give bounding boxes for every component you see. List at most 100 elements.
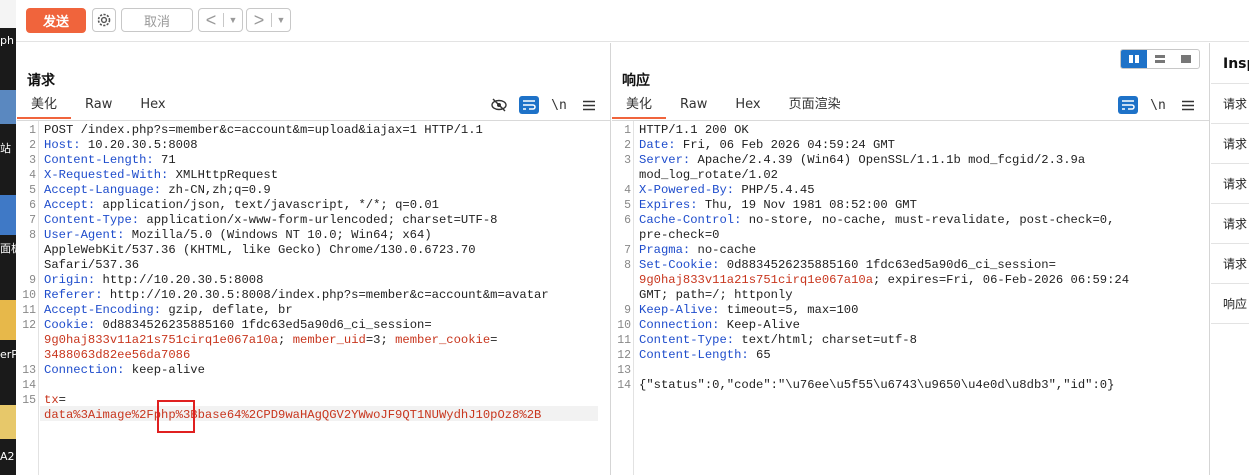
header-name: Cookie: <box>44 318 96 332</box>
desktop-label: A2 <box>0 450 15 463</box>
code-text: http://10.20.30.5:8008/index.php?s=membe… <box>102 288 549 302</box>
code-line: Accept: application/json, text/javascrip… <box>44 198 439 213</box>
back-dropdown-icon[interactable]: ▼ <box>224 15 242 25</box>
request-tab-hex[interactable]: Hex <box>126 95 179 119</box>
code-line: Set-Cookie: 0d8834526235885160 1fdc63ed5… <box>639 258 1056 273</box>
send-button[interactable]: 发送 <box>26 8 86 33</box>
code-text: http://10.20.30.5:8008 <box>95 273 264 287</box>
inspector-panel: Inspector 请求 请求 请求 请求 请求 响应 <box>1211 43 1249 475</box>
request-title: 请求 <box>27 73 55 89</box>
request-editor[interactable]: 1 2 3 4 5 6 7 8 9 10 11 12 13 14 15 POST /index.php?s=… <box>17 120 610 475</box>
line-number: 7 <box>624 244 631 257</box>
back-arrow-icon[interactable]: < <box>199 9 223 31</box>
line-number: 4 <box>29 169 36 182</box>
code-line: Accept-Language: zh-CN,zh;q=0.9 <box>44 183 271 198</box>
forward-arrow-icon[interactable]: > <box>247 9 271 31</box>
header-name: Connection: <box>44 363 125 377</box>
code-line: 9g0haj833v11a21s751cirq1e067a10a; expire… <box>639 273 1129 288</box>
newline-icon[interactable]: \n <box>1148 96 1168 114</box>
code-text: XMLHttpRequest <box>168 168 279 182</box>
code-text: application/x-www-form-urlencoded; chars… <box>139 213 498 227</box>
menu-icon[interactable] <box>579 96 599 114</box>
header-name: Content-Length: <box>639 348 749 362</box>
cancel-button[interactable]: 取消 <box>121 8 193 32</box>
header-name: Host: <box>44 138 81 152</box>
code-text: Fri, 06 Feb 2026 04:59:24 GMT <box>675 138 895 152</box>
response-editor-tools: \n <box>1118 95 1198 115</box>
hide-eye-icon[interactable] <box>489 96 509 114</box>
code-text: no-cache <box>690 243 757 257</box>
line-gutter: 1 2 3 4 5 6 7 8 9 10 11 12 13 14 15 <box>17 121 39 475</box>
code-text: = <box>490 333 498 347</box>
split-rows-icon[interactable] <box>1147 50 1173 68</box>
response-tab-pretty[interactable]: 美化 <box>612 95 667 119</box>
line-number: 8 <box>29 229 36 242</box>
line-number: 14 <box>22 379 36 392</box>
code-line: Content-Length: 71 <box>44 153 176 168</box>
header-name: Content-Type: <box>639 333 735 347</box>
line-number: 8 <box>624 259 631 272</box>
inspector-item[interactable]: 响应 <box>1211 283 1249 323</box>
response-panel: 响应 美化 Raw Hex 页面渲染 \n 1 2 3 4 5 6 7 8 9 10 11 12 13 1… <box>612 43 1210 475</box>
response-tab-hex[interactable]: Hex <box>721 95 774 119</box>
code-text: {"status":0,"code":"\u76ee\u5f55\u6743\u… <box>639 378 1115 392</box>
code-line: Origin: http://10.20.30.5:8008 <box>44 273 263 288</box>
code-text: =3; <box>365 333 396 347</box>
code-line: tx= <box>44 393 66 408</box>
inspector-item[interactable]: 请求 <box>1211 83 1249 123</box>
inspector-item[interactable]: 请求 <box>1211 203 1249 243</box>
wrap-lines-icon[interactable] <box>1118 96 1138 114</box>
inspector-item[interactable]: 请求 <box>1211 243 1249 283</box>
code-line: Connection: Keep-Alive <box>639 318 800 333</box>
code-text: HTTP/1.1 200 OK <box>639 123 749 137</box>
code-line: mod_log_rotate/1.02 <box>639 168 778 183</box>
response-tab-raw[interactable]: Raw <box>666 95 721 119</box>
inspector-item[interactable]: 请求 <box>1211 163 1249 203</box>
gear-icon[interactable] <box>92 8 116 32</box>
single-pane-icon[interactable] <box>1173 50 1199 68</box>
menu-icon[interactable] <box>1178 96 1198 114</box>
param-token: member_cookie <box>395 333 491 347</box>
code-line: Content-Length: 65 <box>639 348 771 363</box>
desktop-label: 站 <box>0 142 11 155</box>
header-name: Accept-Language: <box>44 183 162 197</box>
header-name: Connection: <box>639 318 720 332</box>
line-number: 1 <box>29 124 36 137</box>
header-name: Accept-Encoding: <box>44 303 162 317</box>
response-title: 响应 <box>622 73 650 89</box>
header-name: Set-Cookie: <box>639 258 720 272</box>
desktop-strip: ph 站 面板 erP A2 <box>0 0 16 475</box>
newline-icon[interactable]: \n <box>549 96 569 114</box>
code-text: mod_log_rotate/1.02 <box>639 168 778 182</box>
line-number: 13 <box>22 364 36 377</box>
line-gutter: 1 2 3 4 5 6 7 8 9 10 11 12 13 14 <box>612 121 634 475</box>
split-columns-icon[interactable] <box>1121 50 1147 68</box>
annotation-highlight-box <box>157 400 195 433</box>
forward-nav-group[interactable]: > ▼ <box>246 8 291 32</box>
desktop-label: ph <box>0 34 14 47</box>
code-line: Server: Apache/2.4.39 (Win64) OpenSSL/1.… <box>639 153 1085 168</box>
request-tab-raw[interactable]: Raw <box>71 95 126 119</box>
code-line: X-Powered-By: PHP/5.4.45 <box>639 183 815 198</box>
layout-toggle[interactable] <box>1120 49 1200 69</box>
code-line: X-Requested-With: XMLHttpRequest <box>44 168 278 183</box>
header-name: Keep-Alive: <box>639 303 720 317</box>
response-editor[interactable]: 1 2 3 4 5 6 7 8 9 10 11 12 13 14 HTTP/1.1 200 OK Date:… <box>612 120 1209 475</box>
code-text: = <box>58 393 66 407</box>
line-number: 7 <box>29 214 36 227</box>
param-token: 9g0haj833v11a21s751cirq1e067a10a <box>639 273 874 287</box>
response-tab-render[interactable]: 页面渲染 <box>775 95 855 119</box>
code-line: POST /index.php?s=member&c=account&m=upl… <box>44 123 483 138</box>
back-nav-group[interactable]: < ▼ <box>198 8 243 32</box>
code-line: GMT; path=/; httponly <box>639 288 793 303</box>
code-text: text/html; charset=utf-8 <box>734 333 917 347</box>
line-number: 2 <box>29 139 36 152</box>
forward-dropdown-icon[interactable]: ▼ <box>272 15 290 25</box>
wrap-lines-icon[interactable] <box>519 96 539 114</box>
header-name: Origin: <box>44 273 96 287</box>
param-token: member_uid <box>292 333 366 347</box>
code-line: Connection: keep-alive <box>44 363 205 378</box>
desktop-label: 面板 <box>0 242 16 255</box>
request-tab-pretty[interactable]: 美化 <box>17 95 72 119</box>
inspector-item[interactable]: 请求 <box>1211 123 1249 163</box>
